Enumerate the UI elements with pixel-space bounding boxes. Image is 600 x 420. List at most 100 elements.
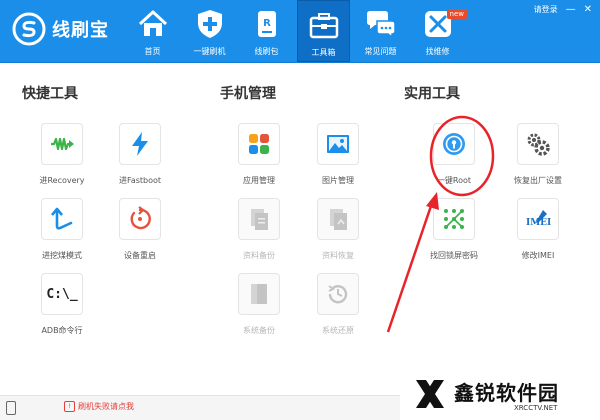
- nav-oneclick-flash-label: 一键刷机: [193, 47, 226, 56]
- tool-box: [433, 123, 475, 165]
- chat-bubbles-icon: [366, 11, 396, 39]
- tool-recover-lock-password[interactable]: 找回锁屏密码: [414, 198, 494, 278]
- nav-toolbox-label: 工具箱: [311, 48, 336, 57]
- tool-device-reboot[interactable]: 设备重启: [100, 198, 180, 278]
- watermark-text: 鑫锐软件园 XRCCTV.NET: [454, 377, 559, 412]
- app-grid-icon: [249, 134, 269, 154]
- nav-faq-label: 常见问题: [364, 47, 397, 56]
- tool-label: 进Recovery: [39, 176, 85, 185]
- window-controls: 请登录 — ✕: [534, 4, 592, 15]
- nav-repair[interactable]: new 找维修: [411, 0, 467, 62]
- watermark-x-logo: [416, 380, 444, 408]
- tool-label: 应用管理: [243, 176, 275, 185]
- tool-system-backup[interactable]: 系统备份: [219, 273, 299, 353]
- tool-box: [317, 198, 359, 240]
- tool-label: 资料备份: [243, 251, 275, 260]
- nav-toolbox[interactable]: 工具箱: [297, 0, 350, 62]
- flash-failed-help-link[interactable]: ! 刷机失败请点我: [64, 401, 134, 412]
- watermark-name: 鑫锐软件园: [454, 380, 559, 405]
- tool-box: IMEI: [517, 198, 559, 240]
- app-logo: 线刷宝: [12, 12, 109, 46]
- section-title-quick-tools: 快捷工具: [22, 86, 78, 102]
- restart-icon: [130, 206, 151, 230]
- tool-box: [238, 198, 280, 240]
- tool-box: [41, 123, 83, 165]
- tool-data-backup[interactable]: 资料备份: [219, 198, 299, 278]
- svg-text:R: R: [263, 18, 271, 29]
- tool-label: 系统备份: [243, 326, 275, 335]
- nav-oneclick-flash[interactable]: 一键刷机: [183, 0, 236, 62]
- tool-label: 进Fastboot: [118, 176, 162, 185]
- tool-adb-command-line[interactable]: C:\_ ADB命令行: [22, 273, 102, 353]
- tool-one-click-root[interactable]: 一键Root: [414, 123, 494, 203]
- tool-box: [41, 198, 83, 240]
- tool-label: 图片管理: [322, 176, 354, 185]
- tool-label: 设备重启: [124, 251, 156, 260]
- picture-icon: [327, 135, 349, 153]
- tool-box: [119, 198, 161, 240]
- minimize-button[interactable]: —: [566, 4, 576, 15]
- app-header: 线刷宝 首页 一键刷机 R 线刷包 工具箱 常见问题 new 找维修 请登录 —…: [0, 0, 600, 63]
- tool-enter-fastboot[interactable]: 进Fastboot: [100, 123, 180, 203]
- gears-icon: [527, 133, 550, 156]
- tool-picture-management[interactable]: 图片管理: [298, 123, 378, 203]
- tool-label: 进挖煤模式: [42, 251, 82, 260]
- nav-faq[interactable]: 常见问题: [354, 0, 407, 62]
- tool-app-management[interactable]: 应用管理: [219, 123, 299, 203]
- app-window: 线刷宝 首页 一键刷机 R 线刷包 工具箱 常见问题 new 找维修 请登录 —…: [0, 0, 600, 420]
- nav-rom-package-label: 线刷包: [254, 47, 279, 56]
- tool-modify-imei[interactable]: IMEI 修改IMEI: [498, 198, 578, 278]
- nav-repair-label: 找维修: [425, 47, 450, 56]
- recovery-wave-icon: [51, 137, 74, 151]
- toolbox-content: 快捷工具 手机管理 实用工具 进Recovery 进Fastboot 进挖煤模式…: [0, 63, 600, 395]
- imei-edit-icon: IMEI: [526, 210, 551, 228]
- main-nav: 首页 一键刷机 R 线刷包 工具箱 常见问题 new 找维修: [126, 0, 468, 62]
- rom-package-icon: R: [257, 11, 276, 37]
- tool-label: 资料恢复: [322, 251, 354, 260]
- arrow-up-curve-icon: [51, 207, 73, 230]
- section-title-utility-tools: 实用工具: [404, 86, 460, 102]
- document-backup-icon: [251, 209, 268, 230]
- tool-system-restore[interactable]: 系统还原: [298, 273, 378, 353]
- tool-factory-reset[interactable]: 恢复出厂设置: [498, 123, 578, 203]
- tool-box: [317, 273, 359, 315]
- tool-box: [119, 123, 161, 165]
- tool-box: [433, 198, 475, 240]
- tool-data-restore[interactable]: 资料恢复: [298, 198, 378, 278]
- logo-icon: [12, 12, 46, 46]
- app-name: 线刷宝: [52, 20, 109, 41]
- shield-plus-icon: [197, 10, 222, 38]
- close-button[interactable]: ✕: [584, 4, 592, 15]
- tool-enter-deep-flash[interactable]: 进挖煤模式: [22, 198, 102, 278]
- tool-label: 找回锁屏密码: [430, 251, 478, 260]
- tool-label: ADB命令行: [41, 326, 83, 335]
- pattern-lock-icon: [444, 209, 464, 229]
- watermark-url: XRCCTV.NET: [514, 403, 558, 412]
- nav-home-label: 首页: [144, 47, 161, 56]
- toolbox-icon: [309, 13, 338, 39]
- tool-label: 恢复出厂设置: [514, 176, 562, 185]
- tool-label: 一键Root: [436, 176, 472, 185]
- tool-box: C:\_: [41, 273, 83, 315]
- login-link[interactable]: 请登录: [534, 4, 558, 15]
- tool-box: [517, 123, 559, 165]
- flash-failed-help-text: 刷机失败请点我: [78, 402, 134, 411]
- system-backup-icon: [251, 284, 267, 304]
- section-title-phone-management: 手机管理: [220, 86, 276, 102]
- tool-box: [238, 273, 280, 315]
- watermark: 鑫锐软件园 XRCCTV.NET: [400, 368, 600, 420]
- phone-status-icon: [6, 401, 16, 415]
- tool-label: 系统还原: [322, 326, 354, 335]
- lightning-icon: [132, 132, 148, 156]
- tool-box: [317, 123, 359, 165]
- nav-rom-package[interactable]: R 线刷包: [240, 0, 293, 62]
- history-icon: [328, 285, 348, 304]
- terminal-icon: C:\_: [46, 286, 78, 302]
- home-icon: [138, 10, 167, 36]
- alert-icon: !: [64, 401, 75, 412]
- tool-enter-recovery[interactable]: 进Recovery: [22, 123, 102, 203]
- tool-box: [238, 123, 280, 165]
- root-lock-icon: [443, 133, 465, 155]
- new-badge: new: [446, 9, 467, 19]
- nav-home[interactable]: 首页: [126, 0, 179, 62]
